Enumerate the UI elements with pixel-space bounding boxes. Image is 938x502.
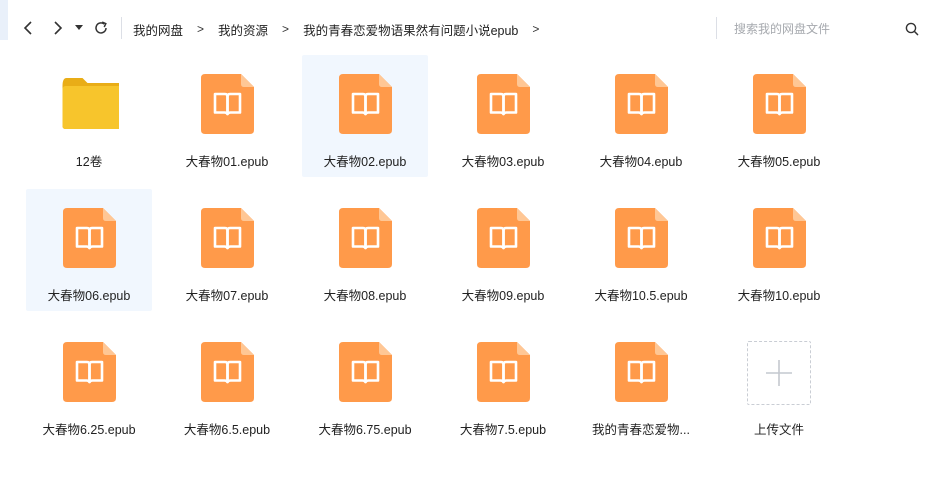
breadcrumb-item-my-resources[interactable]: 我的资源 — [218, 20, 268, 39]
epub-file-tile[interactable]: 大春物04.epub — [578, 55, 704, 177]
file-name: 我的青春恋爱物... — [592, 423, 690, 437]
file-name: 大春物08.epub — [323, 289, 407, 303]
chevron-right-icon — [54, 21, 63, 35]
folder-icon — [62, 78, 119, 129]
breadcrumb-separator: > — [197, 22, 205, 36]
epub-file-tile[interactable]: 大春物01.epub — [164, 55, 290, 177]
toolbar: 我的网盘 > 我的资源 > 我的青春恋爱物语果然有问题小说epub > — [0, 0, 938, 56]
file-name: 大春物02.epub — [323, 155, 407, 169]
epub-book-icon — [339, 342, 392, 402]
refresh-button[interactable] — [90, 16, 112, 40]
epub-book-icon — [477, 342, 530, 402]
epub-book-icon — [201, 74, 254, 134]
epub-book-icon — [615, 342, 668, 402]
file-name: 大春物6.5.epub — [183, 423, 271, 437]
chevron-left-icon — [23, 21, 32, 35]
epub-book-icon — [339, 208, 392, 268]
epub-book-icon — [201, 342, 254, 402]
epub-file-tile[interactable]: 大春物03.epub — [440, 55, 566, 177]
epub-file-tile[interactable]: 大春物06.epub — [26, 189, 152, 311]
file-name: 大春物07.epub — [185, 289, 269, 303]
epub-file-tile[interactable]: 大春物08.epub — [302, 189, 428, 311]
refresh-icon — [95, 21, 107, 34]
breadcrumb-separator: > — [282, 22, 290, 36]
upload-button[interactable] — [747, 341, 811, 405]
breadcrumb-item-current-folder[interactable]: 我的青春恋爱物语果然有问题小说epub — [303, 20, 518, 39]
epub-file-tile[interactable]: 我的青春恋爱物... — [578, 323, 704, 445]
epub-file-tile[interactable]: 大春物6.5.epub — [164, 323, 290, 445]
file-name: 大春物09.epub — [461, 289, 545, 303]
file-name: 大春物6.75.epub — [318, 423, 412, 437]
epub-book-icon — [63, 342, 116, 402]
upload-tile[interactable]: 上传文件 — [716, 323, 842, 445]
epub-book-icon — [753, 74, 806, 134]
caret-down-icon — [75, 25, 83, 30]
epub-book-icon — [477, 74, 530, 134]
search-icon[interactable] — [904, 21, 920, 37]
file-name: 大春物10.epub — [737, 289, 821, 303]
file-name: 大春物10.5.epub — [594, 289, 688, 303]
search-divider — [716, 17, 717, 39]
epub-book-icon — [615, 74, 668, 134]
epub-file-tile[interactable]: 大春物6.25.epub — [26, 323, 152, 445]
upload-label: 上传文件 — [753, 423, 804, 437]
breadcrumb-separator[interactable]: > — [532, 22, 539, 36]
epub-book-icon — [63, 208, 116, 268]
epub-file-tile[interactable]: 大春物10.5.epub — [578, 189, 704, 311]
epub-book-icon — [615, 208, 668, 268]
epub-book-icon — [201, 208, 254, 268]
forward-button[interactable] — [47, 16, 69, 40]
breadcrumb-item-my-drive[interactable]: 我的网盘 — [133, 20, 183, 39]
toolbar-divider — [121, 17, 122, 39]
epub-file-tile[interactable]: 大春物10.epub — [716, 189, 842, 311]
search-input[interactable] — [734, 22, 894, 36]
file-name: 大春物03.epub — [461, 155, 545, 169]
back-button[interactable] — [17, 16, 39, 40]
epub-file-tile[interactable]: 大春物7.5.epub — [440, 323, 566, 445]
folder-tile[interactable]: 12卷 — [26, 55, 152, 177]
file-name: 大春物06.epub — [47, 289, 131, 303]
file-name: 大春物04.epub — [599, 155, 683, 169]
epub-file-tile[interactable]: 大春物09.epub — [440, 189, 566, 311]
epub-book-icon — [753, 208, 806, 268]
plus-icon — [766, 360, 792, 386]
file-name: 大春物01.epub — [185, 155, 269, 169]
breadcrumb: 我的网盘 > 我的资源 > 我的青春恋爱物语果然有问题小说epub > — [133, 20, 539, 38]
epub-file-tile[interactable]: 大春物6.75.epub — [302, 323, 428, 445]
search-box — [734, 18, 926, 40]
file-name: 大春物7.5.epub — [459, 423, 547, 437]
file-name: 12卷 — [75, 155, 103, 169]
epub-file-tile[interactable]: 大春物07.epub — [164, 189, 290, 311]
file-name: 大春物6.25.epub — [42, 423, 136, 437]
epub-file-tile[interactable]: 大春物05.epub — [716, 55, 842, 177]
epub-book-icon — [477, 208, 530, 268]
history-dropdown-button[interactable] — [71, 16, 87, 40]
epub-book-icon — [339, 74, 392, 134]
epub-file-tile[interactable]: 大春物02.epub — [302, 55, 428, 177]
file-name: 大春物05.epub — [737, 155, 821, 169]
